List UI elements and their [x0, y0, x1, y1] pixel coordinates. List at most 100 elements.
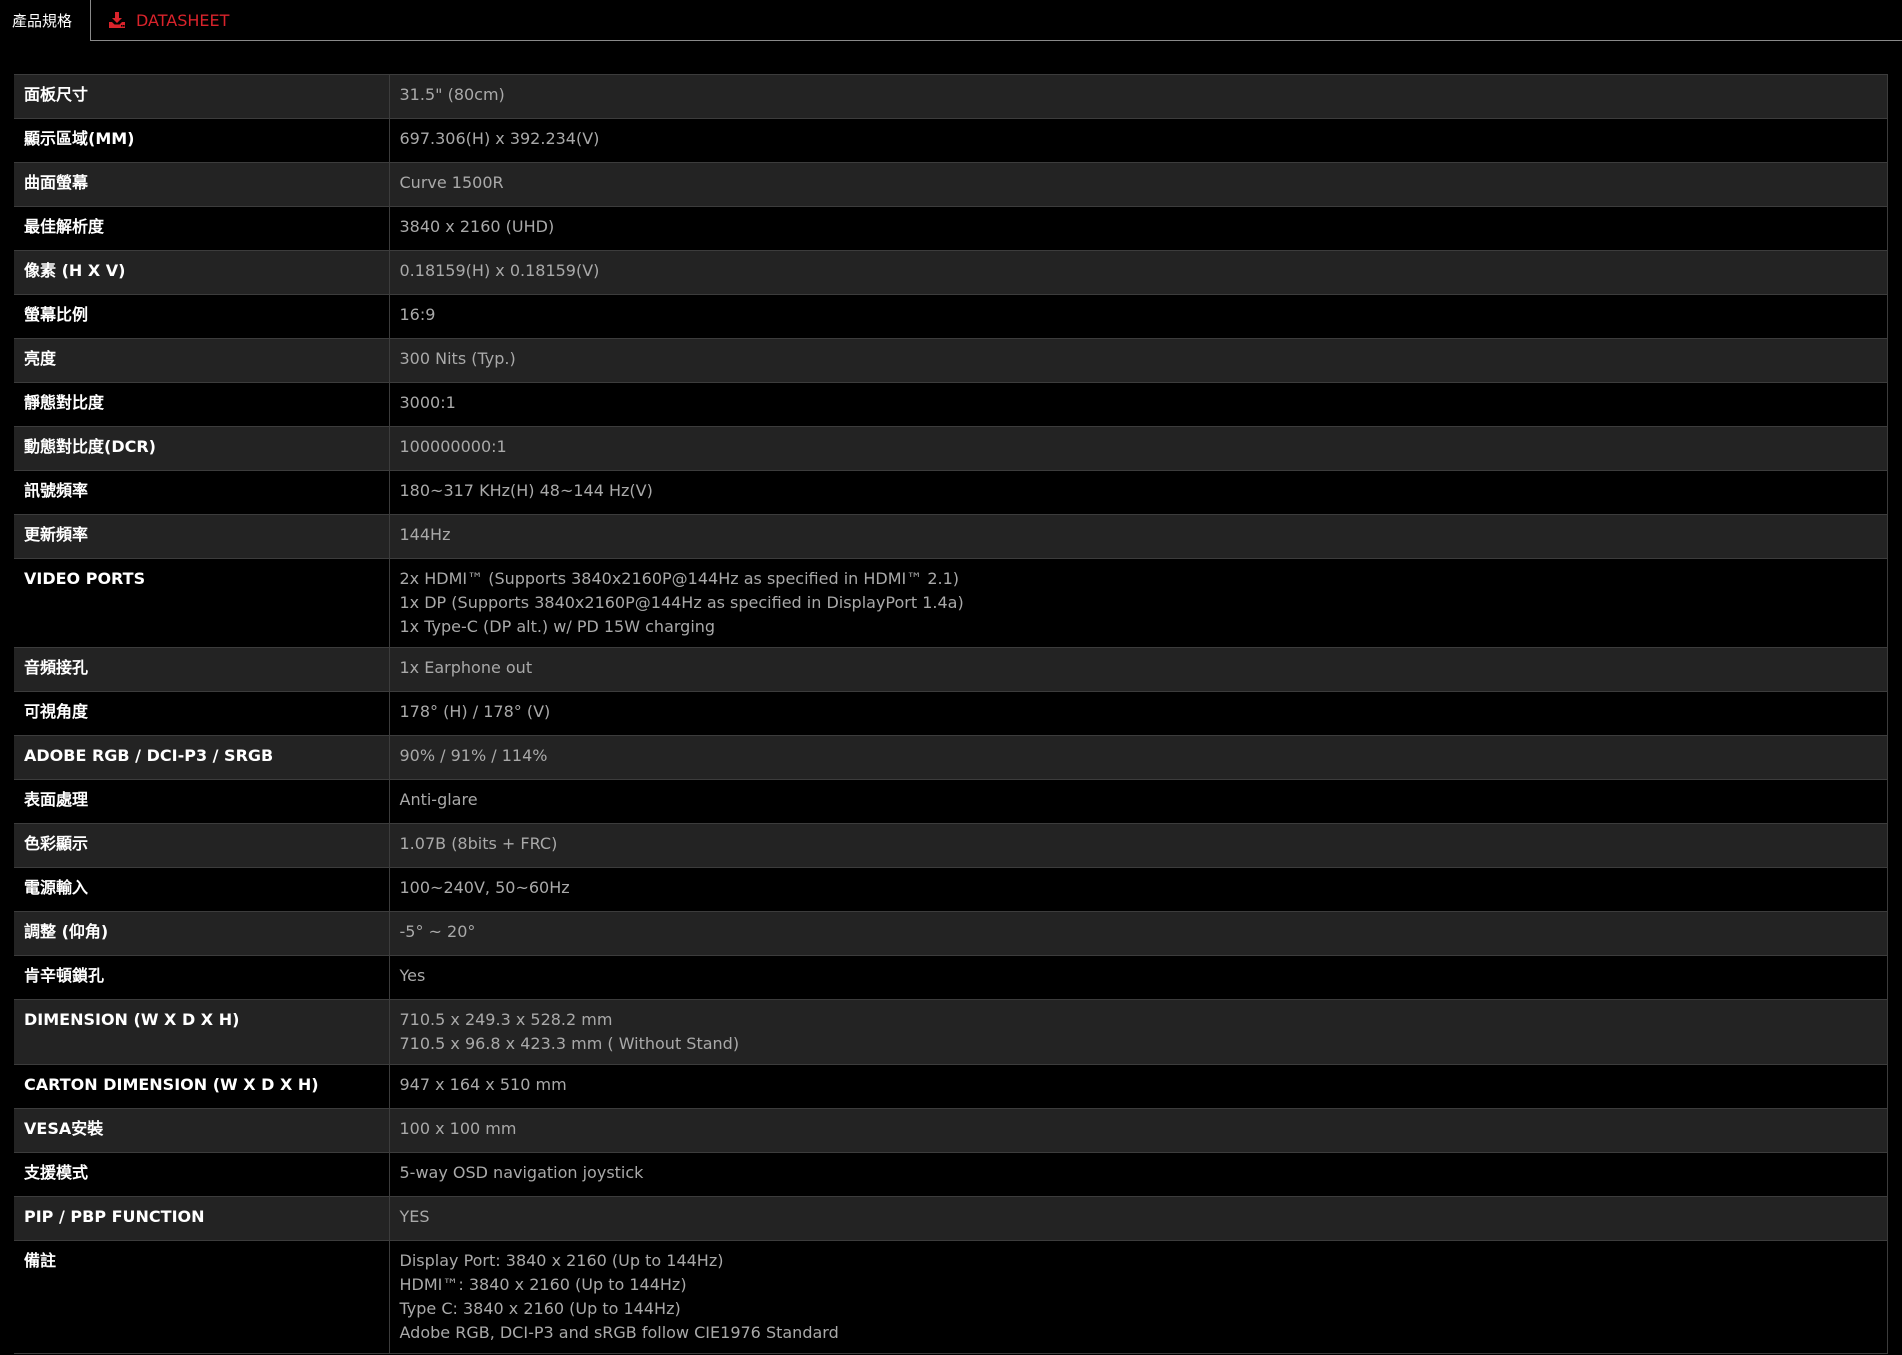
spec-row: CARTON DIMENSION (W X D X H) 947 x 164 x …: [14, 1064, 1888, 1109]
spec-value: Curve 1500R: [389, 162, 1888, 207]
spec-row: 動態對比度(DCR) 100000000:1: [14, 426, 1888, 471]
spec-value-line: 5-way OSD navigation joystick: [399, 1163, 644, 1182]
tab-specifications-label: 產品規格: [12, 12, 73, 30]
spec-row: 面板尺寸 31.5" (80cm): [14, 74, 1888, 119]
spec-row: 螢幕比例 16:9: [14, 294, 1888, 339]
spec-row: 音頻接孔 1x Earphone out: [14, 647, 1888, 692]
spec-value: Yes: [389, 955, 1888, 1000]
spec-label: DIMENSION (W X D X H): [14, 999, 390, 1065]
spec-row: 曲面螢幕 Curve 1500R: [14, 162, 1888, 207]
spec-value: 300 Nits (Typ.): [389, 338, 1888, 383]
spec-label: CARTON DIMENSION (W X D X H): [14, 1064, 390, 1109]
spec-label: 音頻接孔: [14, 647, 390, 692]
spec-value: Anti-glare: [389, 779, 1888, 824]
spec-row: 可視角度 178° (H) / 178° (V): [14, 691, 1888, 736]
spec-row: 肯辛頓鎖孔 Yes: [14, 955, 1888, 1000]
spec-row: 更新頻率 144Hz: [14, 514, 1888, 559]
spec-value: 1.07B (8bits + FRC): [389, 823, 1888, 868]
spec-value-line: 2x HDMI™ (Supports 3840x2160P@144Hz as s…: [399, 569, 960, 588]
spec-label: 色彩顯示: [14, 823, 390, 868]
spec-label: 曲面螢幕: [14, 162, 390, 207]
spec-label: 動態對比度(DCR): [14, 426, 390, 471]
spec-label: 靜態對比度: [14, 382, 390, 427]
spec-value: 100~240V, 50~60Hz: [389, 867, 1888, 912]
spec-value: 100 x 100 mm: [389, 1108, 1888, 1153]
spec-row: 最佳解析度 3840 x 2160 (UHD): [14, 206, 1888, 251]
spec-value: 31.5" (80cm): [389, 74, 1888, 119]
spec-value: 100000000:1: [389, 426, 1888, 471]
spec-label: 面板尺寸: [14, 74, 390, 119]
spec-value: 1x Earphone out: [389, 647, 1888, 692]
spec-value-line: 0.18159(H) x 0.18159(V): [399, 261, 600, 280]
spec-value: 16:9: [389, 294, 1888, 339]
spec-value-line: 1x DP (Supports 3840x2160P@144Hz as spec…: [399, 593, 964, 612]
spec-label: 支援模式: [14, 1152, 390, 1197]
spec-value-line: 144Hz: [399, 525, 451, 544]
spec-value-line: 1x Earphone out: [399, 658, 533, 677]
spec-value-line: 100000000:1: [399, 437, 507, 456]
spec-value: YES: [389, 1196, 1888, 1241]
spec-row: 色彩顯示 1.07B (8bits + FRC): [14, 823, 1888, 868]
spec-value-line: 16:9: [399, 305, 436, 324]
spec-value-line: 947 x 164 x 510 mm: [399, 1075, 567, 1094]
spec-value-line: 31.5" (80cm): [399, 85, 505, 104]
spec-label: VESA安裝: [14, 1108, 390, 1153]
spec-label: 更新頻率: [14, 514, 390, 559]
spec-value-line: Display Port: 3840 x 2160 (Up to 144Hz): [399, 1251, 724, 1270]
tab-bar: 產品規格 DATASHEET: [0, 0, 1902, 41]
spec-row: 訊號頻率 180~317 KHz(H) 48~144 Hz(V): [14, 470, 1888, 515]
spec-row: VIDEO PORTS 2x HDMI™ (Supports 3840x2160P…: [14, 558, 1888, 648]
spec-row: 電源輸入 100~240V, 50~60Hz: [14, 867, 1888, 912]
spec-value-line: -5° ~ 20°: [399, 922, 476, 941]
spec-label: 電源輸入: [14, 867, 390, 912]
spec-value-line: 90% / 91% / 114%: [399, 746, 548, 765]
spec-label: 肯辛頓鎖孔: [14, 955, 390, 1000]
spec-value-line: YES: [399, 1207, 430, 1226]
spec-value-line: 1.07B (8bits + FRC): [399, 834, 558, 853]
spec-row: 調整 (仰角) -5° ~ 20°: [14, 911, 1888, 956]
spec-row: 表面處理 Anti-glare: [14, 779, 1888, 824]
spec-label: 可視角度: [14, 691, 390, 736]
spec-value-line: 710.5 x 249.3 x 528.2 mm: [399, 1010, 613, 1029]
spec-value-line: 3840 x 2160 (UHD): [399, 217, 555, 236]
spec-value-line: HDMI™: 3840 x 2160 (Up to 144Hz): [399, 1275, 687, 1294]
spec-value: 3840 x 2160 (UHD): [389, 206, 1888, 251]
specifications-table-body: 面板尺寸 31.5" (80cm) 顯示區域(MM) 697.306(H) x 392…: [14, 74, 1888, 1354]
spec-value: Display Port: 3840 x 2160 (Up to 144Hz) H…: [389, 1240, 1888, 1354]
spec-label: PIP / PBP FUNCTION: [14, 1196, 390, 1241]
spec-row: 支援模式 5-way OSD navigation joystick: [14, 1152, 1888, 1197]
spec-label: 表面處理: [14, 779, 390, 824]
spec-label: 顯示區域(MM): [14, 118, 390, 163]
spec-value: 2x HDMI™ (Supports 3840x2160P@144Hz as s…: [389, 558, 1888, 648]
spec-label: VIDEO PORTS: [14, 558, 390, 648]
spec-value-line: 697.306(H) x 392.234(V): [399, 129, 600, 148]
spec-value: 697.306(H) x 392.234(V): [389, 118, 1888, 163]
spec-value: 144Hz: [389, 514, 1888, 559]
spec-row: 亮度 300 Nits (Typ.): [14, 338, 1888, 383]
specifications-table: 面板尺寸 31.5" (80cm) 顯示區域(MM) 697.306(H) x 392…: [14, 74, 1888, 1354]
spec-value-line: Type C: 3840 x 2160 (Up to 144Hz): [399, 1299, 681, 1318]
spec-value-line: 710.5 x 96.8 x 423.3 mm ( Without Stand): [399, 1034, 740, 1053]
tab-specifications[interactable]: 產品規格: [0, 0, 91, 41]
spec-row: ADOBE RGB / DCI-P3 / SRGB 90% / 91% / 114…: [14, 735, 1888, 780]
spec-value: 0.18159(H) x 0.18159(V): [389, 250, 1888, 295]
spec-row: 靜態對比度 3000:1: [14, 382, 1888, 427]
spec-value-line: 178° (H) / 178° (V): [399, 702, 551, 721]
spec-value-line: 3000:1: [399, 393, 456, 412]
tab-datasheet-label: DATASHEET: [136, 10, 230, 30]
spec-row: 備註 Display Port: 3840 x 2160 (Up to 144Hz…: [14, 1240, 1888, 1354]
spec-row: 像素 (H X V) 0.18159(H) x 0.18159(V): [14, 250, 1888, 295]
spec-row: VESA安裝 100 x 100 mm: [14, 1108, 1888, 1153]
tab-datasheet[interactable]: DATASHEET: [108, 0, 229, 40]
spec-row: PIP / PBP FUNCTION YES: [14, 1196, 1888, 1241]
spec-value-line: 1x Type-C (DP alt.) w/ PD 15W charging: [399, 617, 716, 636]
spec-value-line: Adobe RGB, DCI-P3 and sRGB follow CIE197…: [399, 1323, 839, 1342]
spec-value-line: Anti-glare: [399, 790, 478, 809]
spec-value-line: 180~317 KHz(H) 48~144 Hz(V): [399, 481, 653, 500]
spec-row: DIMENSION (W X D X H) 710.5 x 249.3 x 528…: [14, 999, 1888, 1065]
spec-label: 備註: [14, 1240, 390, 1354]
spec-value-line: 100~240V, 50~60Hz: [399, 878, 570, 897]
download-icon: [108, 11, 126, 29]
spec-label: ADOBE RGB / DCI-P3 / SRGB: [14, 735, 390, 780]
spec-value: 710.5 x 249.3 x 528.2 mm 710.5 x 96.8 x 4…: [389, 999, 1888, 1065]
